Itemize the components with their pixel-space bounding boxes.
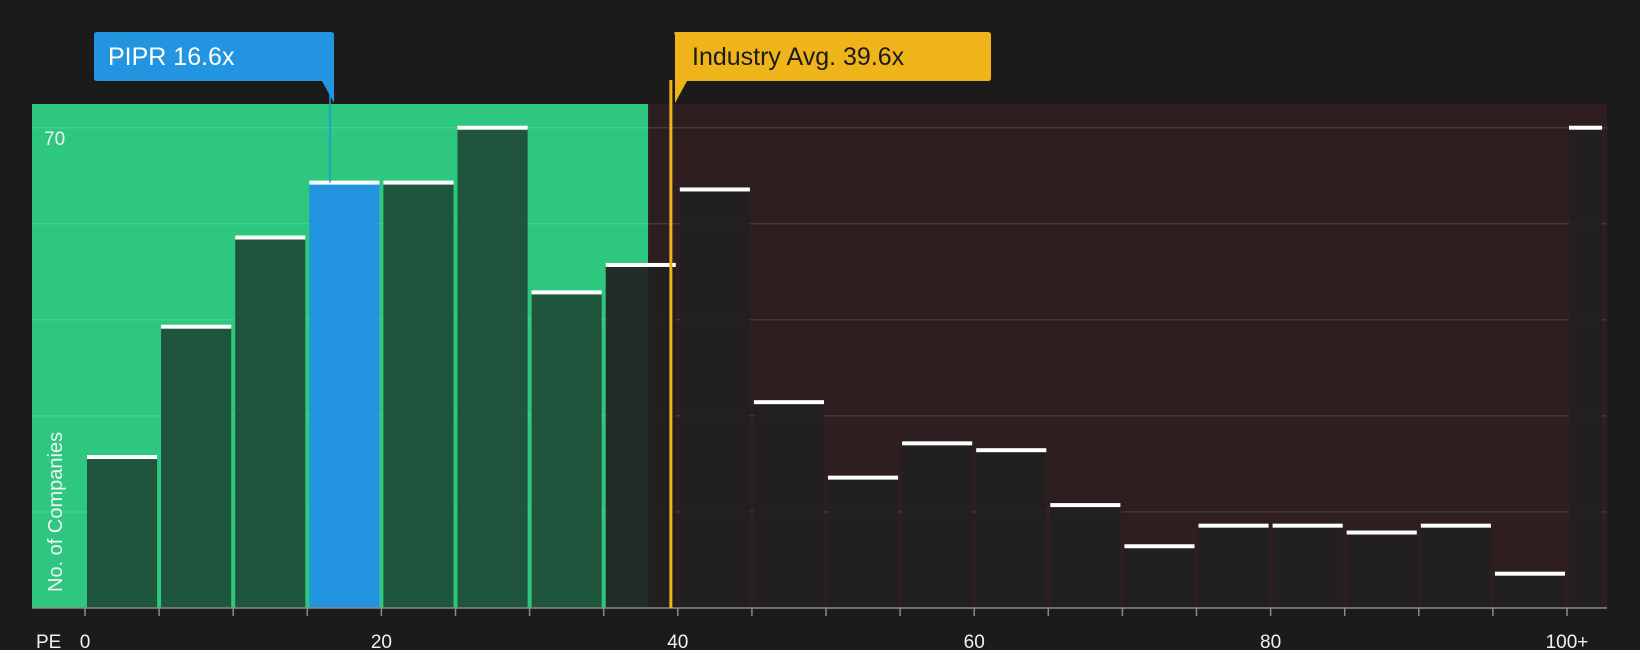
x-ticks: 0 20 40 60 80 100+ bbox=[80, 608, 1589, 650]
bar bbox=[902, 443, 973, 608]
bar-cap bbox=[161, 324, 232, 329]
bar bbox=[1569, 127, 1603, 608]
bar bbox=[457, 127, 528, 608]
bar-cap bbox=[1124, 544, 1195, 549]
bar-cap bbox=[902, 441, 973, 446]
bar bbox=[1272, 525, 1343, 608]
bar-cap bbox=[1346, 530, 1417, 535]
bar-cap bbox=[1420, 523, 1491, 528]
bar-cap bbox=[679, 187, 750, 192]
bar-cap bbox=[383, 180, 454, 185]
bar bbox=[976, 450, 1047, 608]
x-tick-label: 20 bbox=[371, 632, 392, 650]
bar bbox=[679, 189, 750, 608]
subject-callout-label: PIPR 16.6x bbox=[108, 43, 235, 71]
bar bbox=[235, 237, 306, 608]
bar bbox=[1124, 546, 1195, 608]
x-tick-label: 40 bbox=[667, 632, 688, 650]
bar-cap bbox=[531, 290, 602, 295]
bar bbox=[605, 264, 676, 608]
bar-cap bbox=[1272, 523, 1343, 528]
x-tick-label: 60 bbox=[964, 632, 985, 650]
bar-cap bbox=[1198, 523, 1269, 528]
bar-cap bbox=[753, 400, 824, 405]
bar-cap bbox=[828, 475, 899, 480]
bar bbox=[1420, 525, 1491, 608]
bar bbox=[161, 326, 232, 608]
industry-callout-label: Industry Avg. 39.6x bbox=[692, 43, 905, 71]
x-axis-label: PE bbox=[36, 632, 61, 650]
bar bbox=[1494, 573, 1565, 608]
y-tick-label: 70 bbox=[44, 129, 65, 150]
x-tick-label: 100+ bbox=[1546, 632, 1589, 650]
bar-cap bbox=[235, 235, 306, 240]
bar-cap bbox=[87, 455, 158, 460]
bar bbox=[1050, 505, 1121, 608]
bar-cap bbox=[1494, 571, 1565, 576]
x-tick-label: 0 bbox=[80, 632, 91, 650]
bar bbox=[1346, 532, 1417, 608]
histogram-svg: 0 20 40 60 80 100+ 70 No. of Companies PE PIP… bbox=[32, 32, 1607, 650]
bar bbox=[1198, 525, 1269, 608]
bar bbox=[309, 182, 380, 608]
bar bbox=[753, 402, 824, 608]
x-tick-label: 80 bbox=[1260, 632, 1281, 650]
bar bbox=[531, 292, 602, 608]
bar-cap bbox=[1569, 125, 1603, 130]
pe-distribution-chart: 0 20 40 60 80 100+ 70 No. of Companies PE PIP… bbox=[0, 0, 1640, 650]
bar-cap bbox=[605, 262, 676, 267]
bar-cap bbox=[976, 448, 1047, 453]
bar-cap bbox=[309, 180, 380, 185]
bar bbox=[87, 457, 158, 608]
bar bbox=[383, 182, 454, 608]
bar-cap bbox=[457, 125, 528, 130]
bar-cap bbox=[1050, 503, 1121, 508]
bar bbox=[828, 477, 899, 608]
y-axis-label: No. of Companies bbox=[45, 432, 67, 592]
